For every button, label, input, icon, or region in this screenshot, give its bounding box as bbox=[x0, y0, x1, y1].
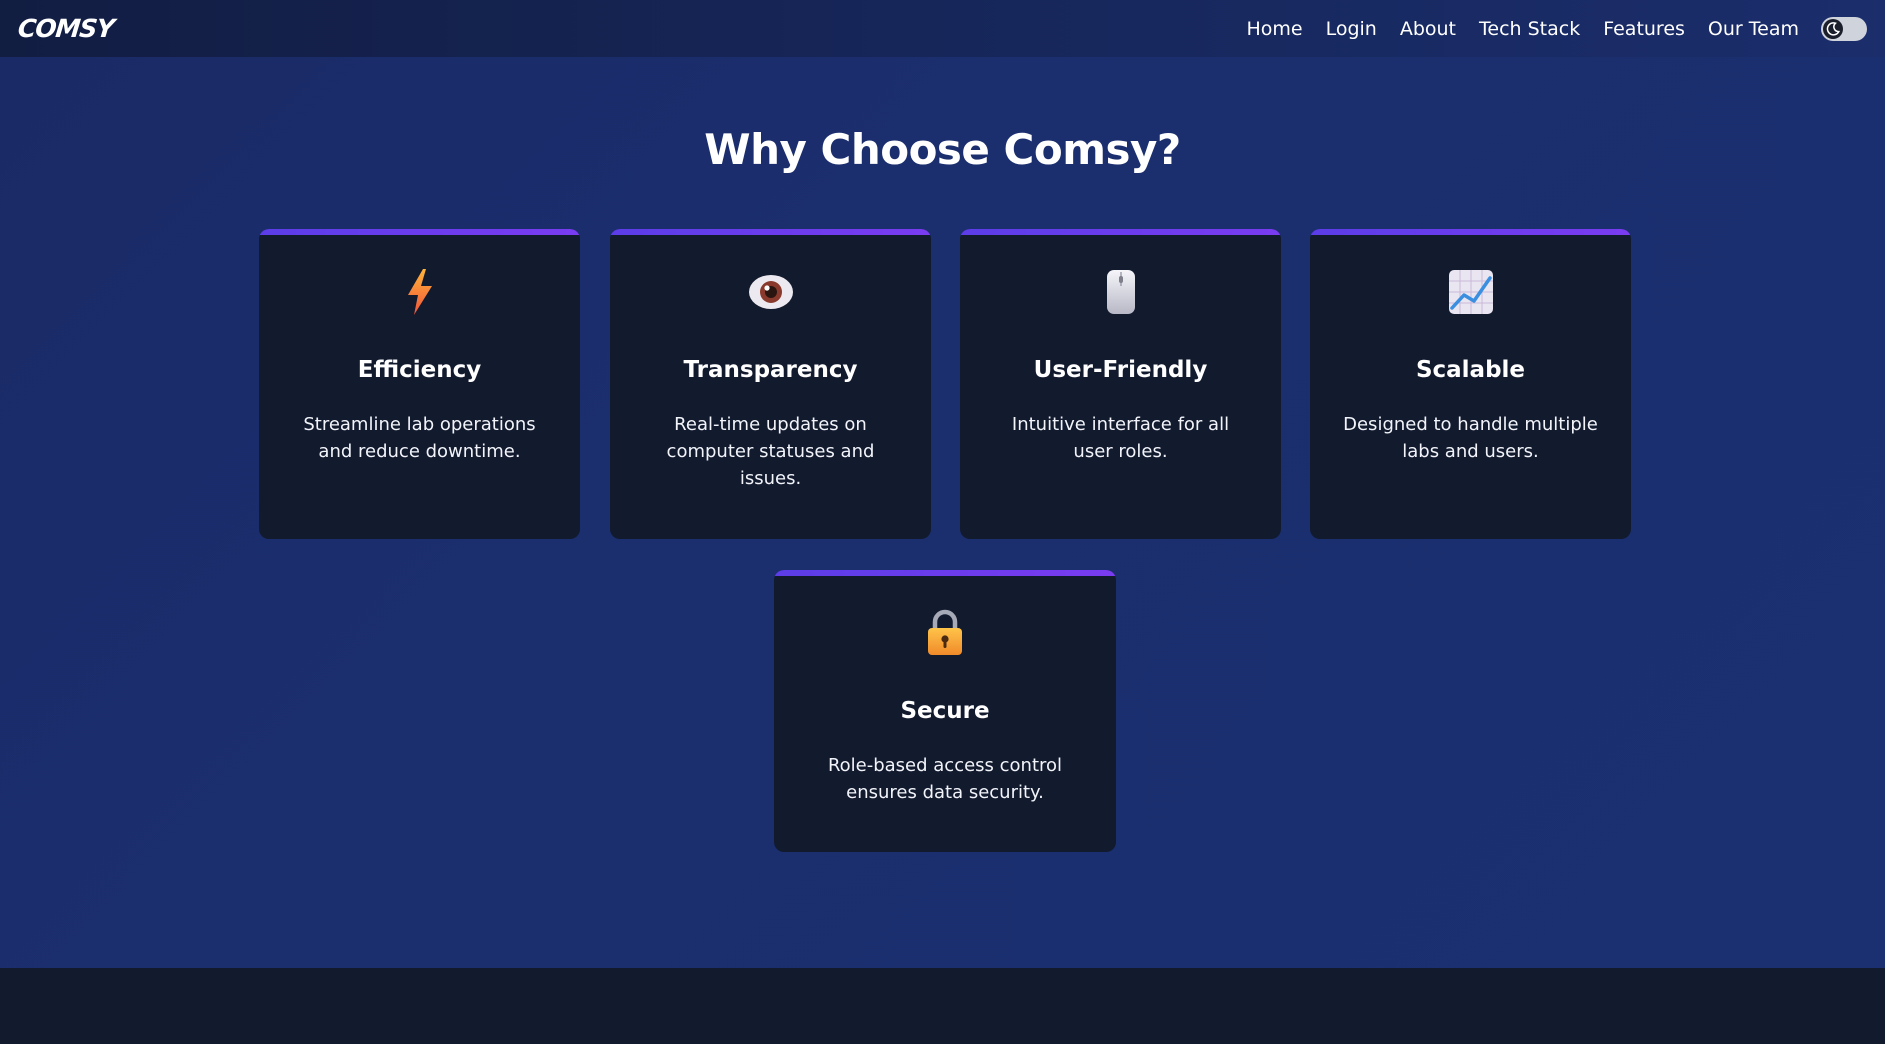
toggle-knob bbox=[1823, 18, 1843, 39]
feature-description: Role-based access control ensures data s… bbox=[827, 755, 1063, 803]
theme-toggle[interactable] bbox=[1821, 16, 1867, 41]
footer bbox=[0, 968, 1885, 1044]
feature-card-user-friendly: User-Friendly Intuitive interface for al… bbox=[960, 229, 1281, 539]
nav-link-login[interactable]: Login bbox=[1326, 18, 1377, 40]
navbar: COMSY Home Login About Tech Stack Featur… bbox=[0, 0, 1885, 57]
feature-description: Streamline lab operations and reduce dow… bbox=[303, 414, 536, 462]
nav-link-about[interactable]: About bbox=[1400, 18, 1456, 40]
feature-title: Efficiency bbox=[357, 357, 482, 383]
moon-icon bbox=[1826, 21, 1840, 36]
feature-description: Real-time updates on computer statuses a… bbox=[666, 414, 875, 489]
feature-card-efficiency: Efficiency Streamline lab operations and… bbox=[259, 229, 580, 539]
feature-title: Transparency bbox=[683, 357, 858, 383]
feature-description: Intuitive interface for all user roles. bbox=[1011, 414, 1230, 462]
nav-link-tech-stack[interactable]: Tech Stack bbox=[1479, 18, 1580, 40]
nav-links: Home Login About Tech Stack Features Our… bbox=[1223, 16, 1867, 41]
nav-link-our-team[interactable]: Our Team bbox=[1708, 18, 1799, 40]
feature-card-scalable: Scalable Designed to handle multiple lab… bbox=[1310, 229, 1631, 539]
eye-icon bbox=[746, 267, 796, 317]
feature-description: Designed to handle multiple labs and use… bbox=[1343, 414, 1598, 462]
nav-link-features[interactable]: Features bbox=[1603, 18, 1685, 40]
section-title: Why Choose Comsy? bbox=[704, 125, 1181, 174]
mouse-icon bbox=[1096, 267, 1146, 317]
feature-title: Secure bbox=[900, 698, 990, 724]
lock-icon bbox=[920, 608, 970, 658]
logo[interactable]: COMSY bbox=[16, 14, 115, 43]
feature-title: Scalable bbox=[1415, 357, 1526, 383]
feature-title: User-Friendly bbox=[1033, 357, 1208, 383]
nav-link-home[interactable]: Home bbox=[1246, 18, 1302, 40]
feature-card-secure: Secure Role-based access control ensures… bbox=[774, 570, 1116, 852]
feature-card-transparency: Transparency Real-time updates on comput… bbox=[610, 229, 931, 539]
chart-increasing-icon bbox=[1446, 267, 1496, 317]
lightning-icon bbox=[395, 267, 445, 317]
